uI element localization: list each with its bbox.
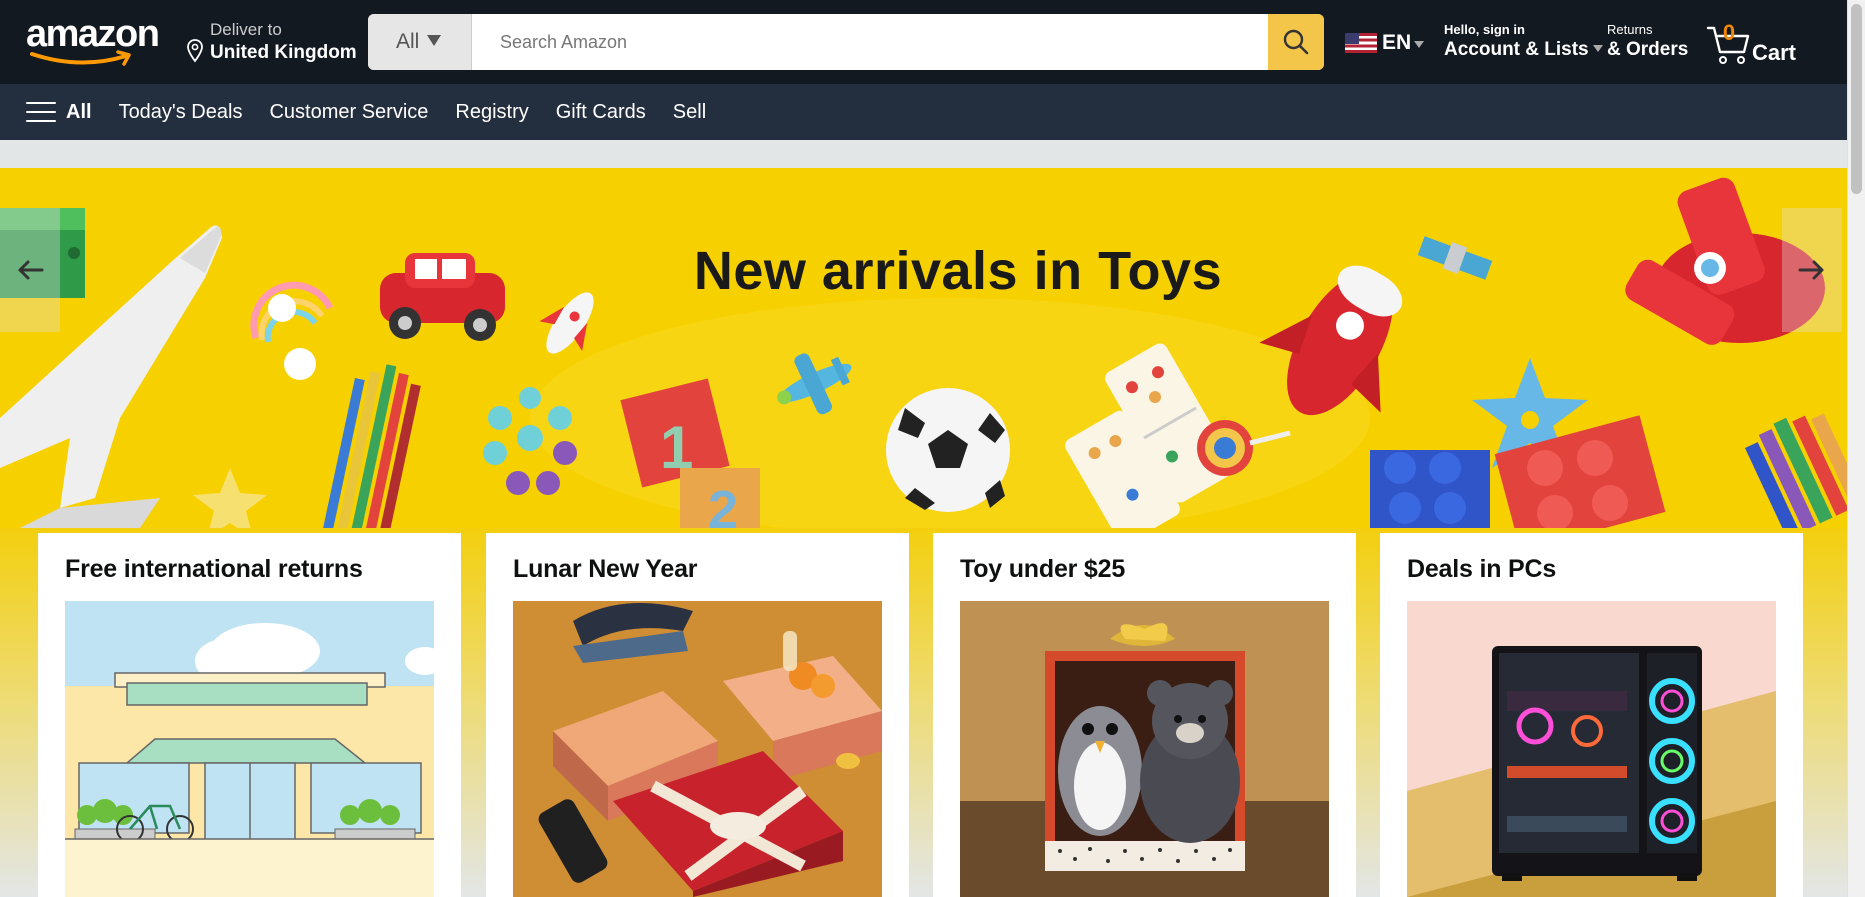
deliver-label: Deliver to [210,20,282,39]
cart-label: Cart [1752,40,1797,65]
search-category-dropdown[interactable]: All [368,14,472,70]
all-menu-label: All [66,100,92,123]
all-menu-button[interactable]: All [26,101,92,124]
card-title: Deals in PCs [1407,555,1557,583]
nav-item-sell[interactable]: Sell [673,101,706,124]
nav-item-gift-cards[interactable]: Gift Cards [556,101,646,124]
card-image-gifts[interactable] [513,601,882,897]
card-title: Lunar New Year [513,555,698,583]
orders-label: & Orders [1607,39,1689,60]
language-selector[interactable]: EN [1345,28,1425,58]
location-pin-icon [187,39,203,63]
hero-banner[interactable]: 1 2 New arrivals in Toys [0,168,1847,530]
deliver-country: United Kingdom [210,42,357,63]
card-title: Free international returns [65,555,363,583]
search-button[interactable] [1268,14,1324,70]
page-scrollbar[interactable] [1847,0,1865,897]
search-icon [1283,29,1309,55]
returns-and-orders[interactable]: Returns & Orders [1607,22,1688,61]
card-title: Toy under $25 [960,555,1126,583]
card-deals-in-pcs[interactable]: Deals in PCs [1380,533,1803,897]
carousel-prev-button[interactable] [0,208,60,332]
toys-illustration: 1 2 [0,177,1847,530]
dropdown-arrow-icon [1414,40,1425,48]
hamburger-menu-icon [26,102,56,122]
amazon-logo[interactable]: amazon [26,14,166,66]
returns-label: Returns [1607,22,1653,37]
card-image-pc[interactable] [1407,601,1776,897]
gaming-pc-illustration [1407,601,1776,897]
page: amazon Deliver to United Kingdom All Sea… [0,0,1865,897]
cart-button[interactable]: 0 Cart [1706,18,1806,70]
logo-wordmark: amazon [26,13,160,55]
account-and-lists[interactable]: Hello, sign in Account & Lists [1444,22,1603,61]
us-flag-icon [1345,33,1377,53]
dropdown-arrow-icon [1592,45,1603,52]
nav-bar: All Today's Deals Customer Service Regis… [0,84,1847,140]
nav-item-customer-service[interactable]: Customer Service [269,101,428,124]
svg-text:2: 2 [708,480,738,530]
main-content: 1 2 New arrivals in Toys Free internatio… [0,140,1847,897]
account-greeting: Hello, sign in [1444,22,1525,37]
gift-boxes-illustration [513,601,882,897]
search-bar: All [368,14,1324,70]
nav-item-todays-deals[interactable]: Today's Deals [119,101,243,124]
logo-smile-icon [30,50,131,66]
card-image-plush[interactable] [960,601,1329,897]
search-input[interactable] [472,14,1270,70]
cart-count: 0 [1722,20,1736,45]
hero-title: New arrivals in Toys [693,241,1223,301]
language-code: EN [1382,31,1412,54]
search-category-label: All [396,30,420,53]
dropdown-arrow-icon [427,35,442,46]
card-free-international-returns[interactable]: Free international returns [38,533,461,897]
card-toy-under-25[interactable]: Toy under $25 [933,533,1356,897]
carousel-next-button[interactable] [1782,208,1842,332]
plush-toys-illustration [960,601,1329,897]
deliver-to[interactable]: Deliver to United Kingdom [186,18,357,68]
account-label: Account & Lists [1444,39,1589,60]
arrow-left-icon [18,260,44,280]
scrollbar-thumb[interactable] [1851,4,1862,194]
arrow-right-icon [1798,260,1824,280]
card-lunar-new-year[interactable]: Lunar New Year [486,533,909,897]
storefront-illustration [65,601,434,897]
card-image-store[interactable] [65,601,434,897]
nav-item-registry[interactable]: Registry [455,101,528,124]
top-header: amazon Deliver to United Kingdom All Sea… [0,0,1847,84]
